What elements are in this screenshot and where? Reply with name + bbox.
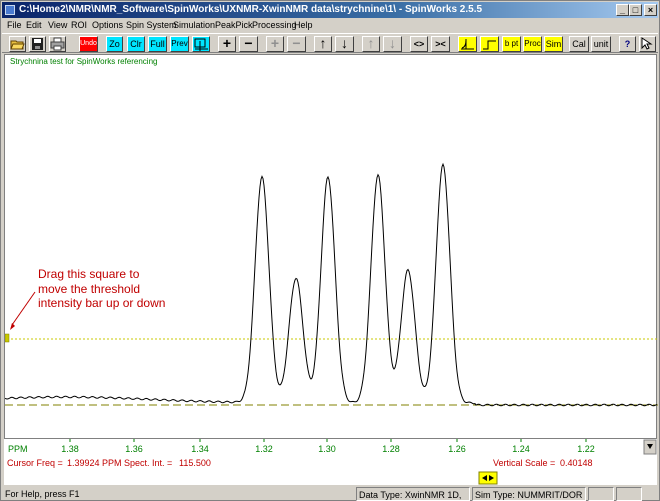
integral-icon (483, 40, 496, 50)
decrease-disabled-button[interactable]: − (287, 36, 306, 52)
cursor-freq-value: 1.39924 PPM (67, 458, 122, 468)
context-help-icon (641, 37, 653, 50)
title-bar: C:\Home2\NMR\NMR_Software\SpinWorks\UXNM… (2, 2, 658, 18)
scroll-svg (478, 471, 498, 485)
annotation-line-1: Drag this square to (38, 267, 140, 281)
axis-ticks: 1.38 1.36 1.34 1.32 1.30 1.28 1.26 1.24 1.22 (61, 439, 595, 454)
undo-button[interactable]: Undo (79, 36, 98, 52)
ppm-axis: PPM 1.38 1.36 1.34 1.32 1.30 1.28 1.26 1.24 1.22 (4, 439, 657, 456)
annotation-arrow (11, 291, 36, 326)
spectrum-plot[interactable]: Strychnina test for SpinWorks referencin… (4, 54, 658, 439)
clear-button[interactable]: Clr (127, 36, 145, 52)
axis-tick-label: 1.22 (577, 444, 595, 454)
axis-tick-label: 1.30 (318, 444, 336, 454)
print-icon (50, 37, 65, 51)
threshold-handle[interactable] (5, 333, 10, 343)
increase-disabled-button[interactable]: + (266, 36, 284, 52)
menu-bar: File Edit View ROI Options Spin System S… (2, 18, 658, 32)
menu-simulation[interactable]: Simulation (173, 18, 215, 32)
menu-spin-system[interactable]: Spin System (126, 18, 177, 32)
menu-view[interactable]: View (48, 18, 67, 32)
close-button[interactable]: × (644, 4, 657, 16)
cal-button[interactable]: Cal (569, 36, 589, 52)
annotation-arrow-head (10, 323, 15, 330)
up-button[interactable]: ↑ (314, 36, 332, 52)
phase-button[interactable] (458, 36, 477, 52)
decrease-button[interactable]: − (239, 36, 258, 52)
prev-button[interactable]: Prev (170, 36, 189, 52)
down-disabled-button[interactable]: ↓ (383, 36, 402, 52)
status-bar: For Help, press F1 Data Type: XwinNMR 1D… (2, 487, 658, 501)
minimize-button[interactable]: _ (616, 4, 629, 16)
up-disabled-button[interactable]: ↑ (362, 36, 380, 52)
status-help-text: For Help, press F1 (5, 489, 80, 499)
menu-processing[interactable]: Processing (252, 18, 297, 32)
maximize-button[interactable]: □ (629, 4, 642, 16)
proc-button[interactable]: Proc (523, 36, 542, 52)
cursor-freq-label: Cursor Freq = (7, 458, 63, 468)
status-panel-3 (588, 487, 614, 501)
spect-int-label: Spect. Int. = (124, 458, 173, 468)
spectrum-svg: Strychnina test for SpinWorks referencin… (5, 57, 658, 407)
phase-icon (461, 39, 474, 50)
integral-button[interactable] (480, 36, 499, 52)
expand-button[interactable]: <> (410, 36, 428, 52)
scroll-thumb[interactable] (478, 471, 498, 485)
save-icon (32, 38, 43, 50)
window-title: C:\Home2\NMR\NMR_Software\SpinWorks\UXNM… (19, 4, 483, 15)
info-row: Cursor Freq = 1.39924 PPM Spect. Int. = … (4, 456, 657, 471)
full-button[interactable]: Full (148, 36, 167, 52)
axis-tick-label: 1.34 (191, 444, 209, 454)
open-button[interactable] (9, 36, 26, 52)
vertical-scale-value: 0.40148 (560, 458, 593, 468)
crosshair-button[interactable] (192, 36, 210, 52)
increase-button[interactable]: + (218, 36, 236, 52)
annotation-line-2: move the threshold (38, 282, 140, 296)
axis-tick-label: 1.32 (255, 444, 273, 454)
toolbar: Undo Zo Clr Full Prev + − + − ↑ ↓ ↑ ↓ <>… (2, 33, 658, 53)
menu-options[interactable]: Options (92, 18, 123, 32)
unit-button[interactable]: unit (591, 36, 611, 52)
vertical-scale-label: Vertical Scale = (493, 458, 556, 468)
axis-tick-label: 1.26 (448, 444, 466, 454)
status-panel-4 (616, 487, 642, 501)
axis-tick-label: 1.24 (512, 444, 530, 454)
app-window: C:\Home2\NMR\NMR_Software\SpinWorks\UXNM… (0, 0, 660, 501)
spect-int-value: 115.500 (179, 458, 211, 468)
menu-roi[interactable]: ROI (71, 18, 87, 32)
folder-open-icon (10, 40, 25, 50)
help-button[interactable]: ? (619, 36, 636, 52)
axis-unit-label: PPM (8, 444, 28, 454)
ppm-axis-svg: PPM 1.38 1.36 1.34 1.32 1.30 1.28 1.26 1.24 1.22 (8, 439, 657, 455)
print-button[interactable] (49, 36, 66, 52)
zoom-button[interactable]: Zo (106, 36, 123, 52)
plot-title: Strychnina test for SpinWorks referencin… (10, 57, 157, 66)
app-icon (5, 5, 15, 15)
annotation-line-3: intensity bar up or down (38, 296, 165, 310)
bpt-button[interactable]: b pt (502, 36, 521, 52)
menu-file[interactable]: File (7, 18, 22, 32)
axis-tick-label: 1.38 (61, 444, 79, 454)
context-help-button[interactable] (639, 36, 656, 52)
spectrum-scrollbar[interactable] (4, 471, 657, 485)
save-button[interactable] (29, 36, 46, 52)
crosshair-icon (194, 38, 208, 51)
menu-peakpick[interactable]: PeakPick (215, 18, 253, 32)
compress-button[interactable]: >< (431, 36, 450, 52)
sim-button[interactable]: Sim (544, 36, 563, 52)
down-button[interactable]: ↓ (335, 36, 354, 52)
help-icon: ? (624, 39, 631, 49)
axis-tick-label: 1.28 (382, 444, 400, 454)
menu-edit[interactable]: Edit (26, 18, 42, 32)
status-sim-type: Sim Type: NUMMRIT/DOR (472, 487, 586, 501)
status-data-type: Data Type: XwinNMR 1D, (356, 487, 470, 501)
axis-tick-label: 1.36 (125, 444, 143, 454)
menu-help[interactable]: Help (294, 18, 313, 32)
